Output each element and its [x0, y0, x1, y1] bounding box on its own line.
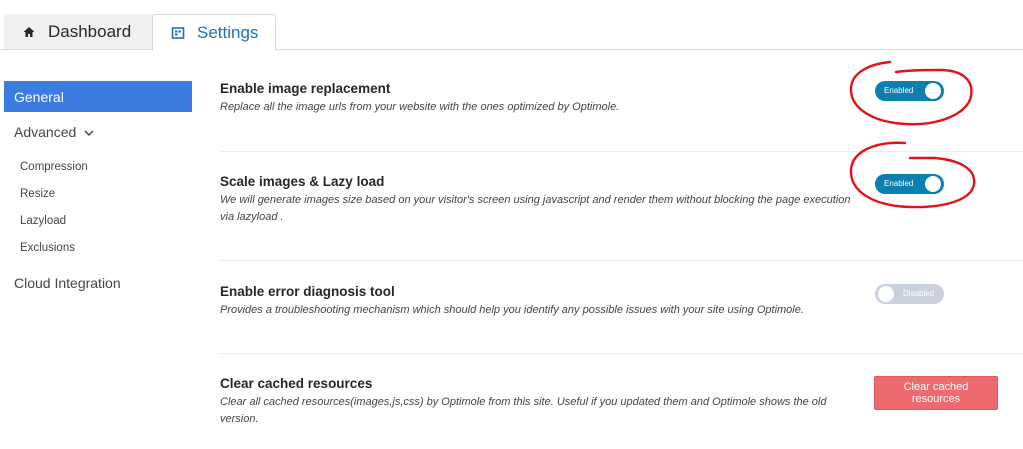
setting-image-replacement: Enable image replacement Replace all the… — [220, 81, 1020, 116]
setting-description: Replace all the image urls from your web… — [220, 101, 620, 113]
lazy-load-toggle[interactable]: Enabled — [875, 174, 944, 194]
toggle-label: Disabled — [903, 289, 935, 298]
sidebar-item-cloud-integration[interactable]: Cloud Integration — [4, 267, 192, 298]
sidebar-item-general[interactable]: General — [4, 81, 192, 112]
sidebar-item-resize[interactable]: Resize — [4, 180, 192, 207]
setting-description: Clear all cached resources(images,js,css… — [220, 396, 827, 425]
toggle-label: Enabled — [884, 86, 914, 95]
setting-error-diagnosis: Enable error diagnosis tool Provides a t… — [220, 284, 1020, 319]
sidebar-item-label: General — [14, 88, 64, 105]
setting-lazy-load: Scale images & Lazy load We will generat… — [220, 174, 1020, 226]
sidebar-item-lazyload[interactable]: Lazyload — [4, 207, 192, 234]
sidebar-item-label: Exclusions — [20, 241, 75, 254]
setting-description: We will generate images size based on yo… — [220, 194, 851, 223]
toggle-knob — [878, 286, 894, 302]
divider — [220, 353, 1023, 354]
error-diagnosis-toggle[interactable]: Disabled — [875, 284, 944, 304]
tab-bar: Dashboard Settings — [0, 0, 1023, 51]
tab-dashboard[interactable]: Dashboard — [4, 14, 152, 50]
sidebar-item-label: Compression — [20, 160, 88, 173]
settings-icon — [171, 26, 185, 40]
clear-cache-button[interactable]: Clear cached resources — [874, 376, 998, 410]
setting-description: Provides a troubleshooting mechanism whi… — [220, 304, 804, 316]
sidebar-item-label: Advanced — [14, 123, 77, 140]
toggle-label: Enabled — [884, 179, 914, 188]
image-replacement-toggle[interactable]: Enabled — [875, 81, 944, 101]
sidebar-item-exclusions[interactable]: Exclusions — [4, 234, 192, 261]
home-icon — [22, 25, 36, 39]
sidebar-item-label: Cloud Integration — [14, 274, 121, 291]
tab-settings-label: Settings — [197, 22, 259, 42]
toggle-knob — [925, 83, 941, 99]
sidebar: General Advanced Compression Resize Lazy… — [4, 81, 192, 298]
toggle-knob — [925, 176, 941, 192]
setting-clear-cache: Clear cached resources Clear all cached … — [220, 376, 1020, 428]
sidebar-item-compression[interactable]: Compression — [4, 153, 192, 180]
sidebar-item-advanced[interactable]: Advanced — [4, 116, 192, 147]
tab-dashboard-label: Dashboard — [48, 22, 132, 41]
divider — [220, 260, 1023, 261]
sidebar-item-label: Resize — [20, 187, 56, 200]
divider — [220, 151, 1023, 152]
tab-settings[interactable]: Settings — [152, 14, 276, 51]
sidebar-item-label: Lazyload — [20, 214, 67, 227]
chevron-down-icon — [84, 124, 94, 140]
